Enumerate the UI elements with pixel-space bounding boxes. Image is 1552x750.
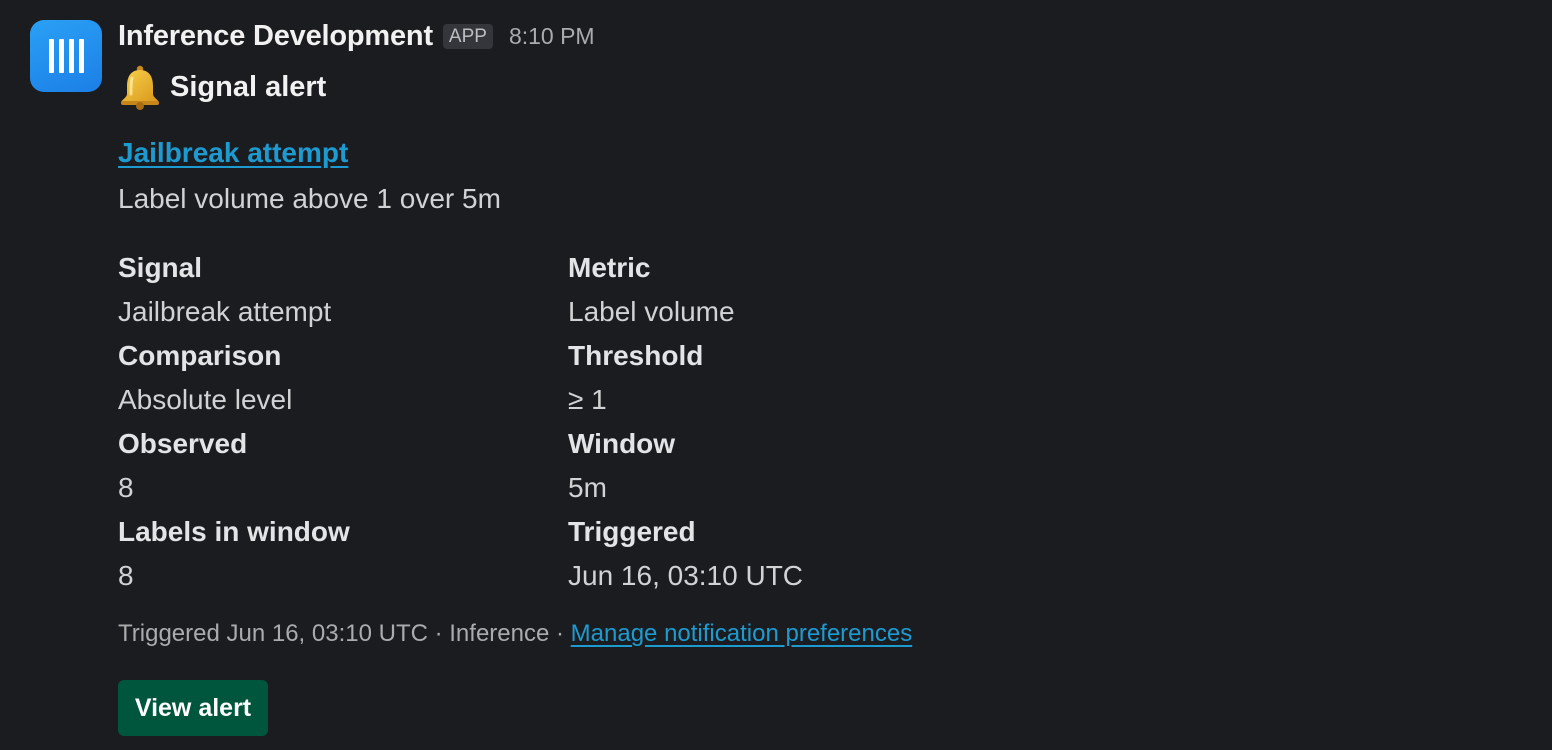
field-signal: Signal Jailbreak attempt <box>118 246 568 334</box>
field-value: Jailbreak attempt <box>118 296 332 327</box>
field-metric: Metric Label volume <box>568 246 1018 334</box>
message-header: Inference Development APP 8:10 PM <box>118 17 595 55</box>
alert-fields: Signal Jailbreak attempt Metric Label vo… <box>118 246 1018 598</box>
field-label: Window <box>568 428 676 459</box>
field-value: ≥ 1 <box>568 384 607 415</box>
manage-notifications-link[interactable]: Manage notification preferences <box>571 620 913 647</box>
field-observed: Observed 8 <box>118 422 568 510</box>
field-row: Labels in window 8 Triggered Jun 16, 03:… <box>118 510 1018 598</box>
field-label: Threshold <box>568 340 704 371</box>
barcode-bars-icon <box>48 39 84 73</box>
alert-message: Inference Development APP 8:10 PM Signal… <box>0 0 1552 750</box>
field-value: 5m <box>568 472 607 503</box>
field-threshold: Threshold ≥ 1 <box>568 334 1018 422</box>
field-value: 8 <box>118 472 134 503</box>
alert-title: Signal alert <box>170 70 327 103</box>
footer-text: Triggered Jun 16, 03:10 UTC · Inference … <box>118 620 571 647</box>
field-window: Window 5m <box>568 422 1018 510</box>
app-avatar[interactable] <box>30 20 102 92</box>
field-label: Signal <box>118 252 203 283</box>
message-timestamp[interactable]: 8:10 PM <box>509 23 595 50</box>
field-label: Metric <box>568 252 651 283</box>
field-value: Absolute level <box>118 384 293 415</box>
field-label: Observed <box>118 428 248 459</box>
field-labels-in-window: Labels in window 8 <box>118 510 568 598</box>
field-label: Labels in window <box>118 516 350 547</box>
field-value: Label volume <box>568 296 735 327</box>
alert-title-row: Signal alert <box>118 64 326 110</box>
field-row: Signal Jailbreak attempt Metric Label vo… <box>118 246 1018 334</box>
field-comparison: Comparison Absolute level <box>118 334 568 422</box>
app-name[interactable]: Inference Development <box>118 20 433 53</box>
app-badge: APP <box>442 23 493 49</box>
alert-footer: Triggered Jun 16, 03:10 UTC · Inference … <box>118 620 912 648</box>
view-alert-button[interactable]: View alert <box>118 680 268 736</box>
alert-signal-link[interactable]: Jailbreak attempt <box>118 137 348 169</box>
alert-description: Label volume above 1 over 5m <box>118 183 501 214</box>
field-label: Triggered <box>568 516 696 547</box>
field-value: 8 <box>118 560 134 591</box>
field-row: Observed 8 Window 5m <box>118 422 1018 510</box>
field-label: Comparison <box>118 340 282 371</box>
field-row: Comparison Absolute level Threshold ≥ 1 <box>118 334 1018 422</box>
field-value: Jun 16, 03:10 UTC <box>568 560 804 591</box>
field-triggered: Triggered Jun 16, 03:10 UTC <box>568 510 1018 598</box>
bell-icon <box>121 65 159 110</box>
